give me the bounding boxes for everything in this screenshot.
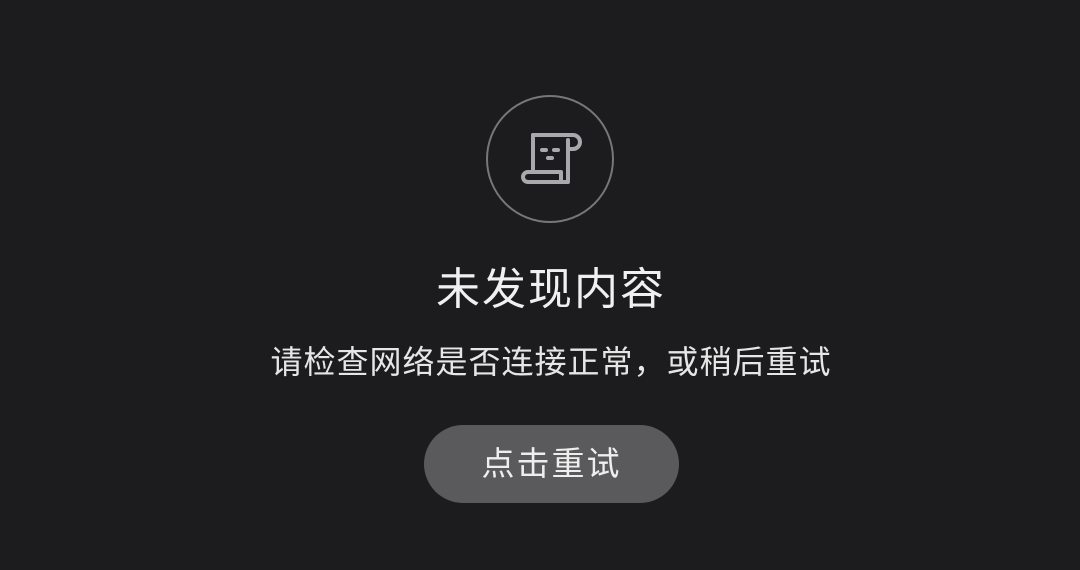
retry-button[interactable]: 点击重试 <box>424 425 679 503</box>
empty-state-screen: 未发现内容 请检查网络是否连接正常，或稍后重试 点击重试 <box>0 0 1080 570</box>
scroll-document-icon <box>521 133 582 184</box>
empty-content-icon-circle <box>486 95 614 223</box>
network-error-message: 请检查网络是否连接正常，或稍后重试 <box>270 343 832 381</box>
empty-state-title: 未发现内容 <box>436 264 666 315</box>
